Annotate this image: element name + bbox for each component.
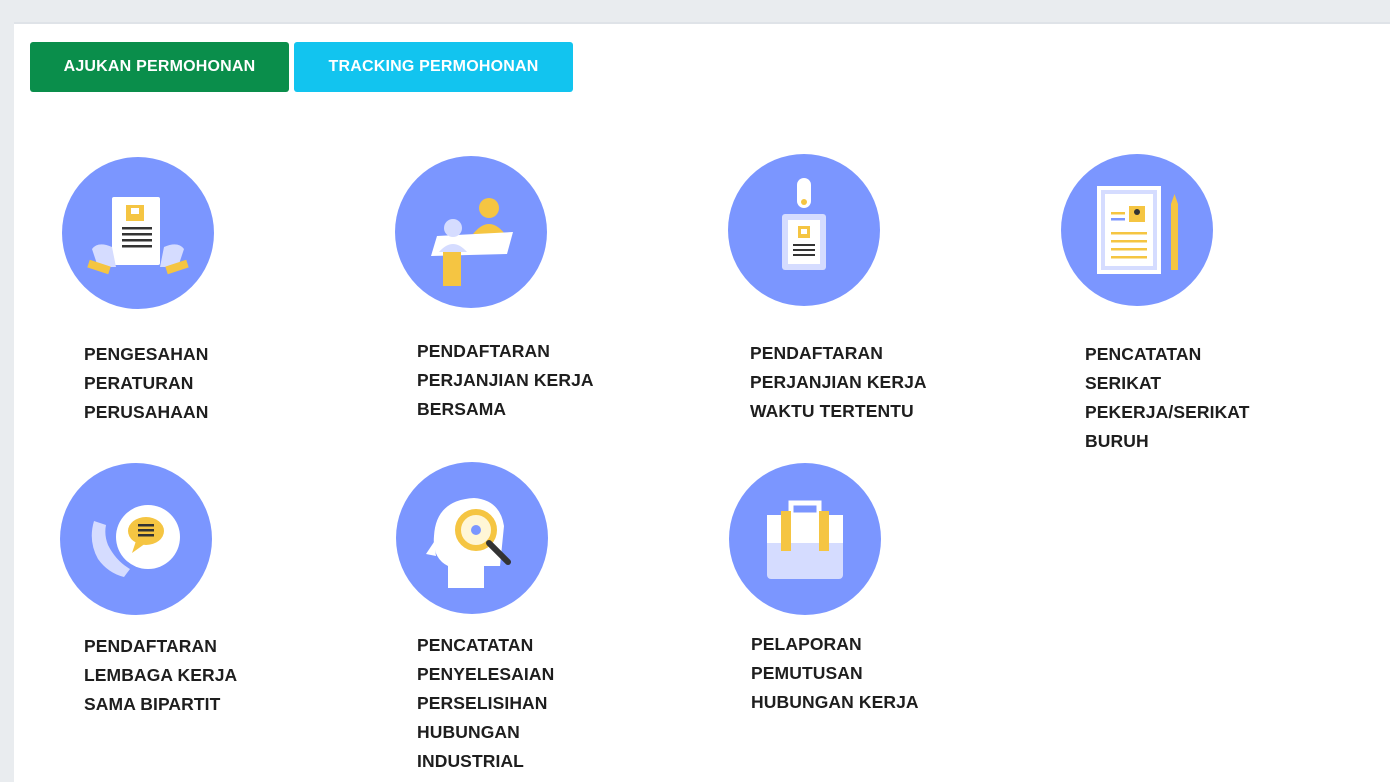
meeting-desk-icon [395,156,547,308]
service-label: PENGESAHAN PERATURAN PERUSAHAAN [84,344,209,422]
ajukan-permohonan-button[interactable]: AJUKAN PERMOHONAN [30,42,289,92]
service-pengesahan-peraturan-perusahaan[interactable]: PENGESAHAN PERATURAN PERUSAHAAN [62,157,322,422]
service-pendaftaran-perjanjian-kerja-bersama[interactable]: PENDAFTARAN PERJANJIAN KERJA BERSAMA [395,156,655,419]
service-pencatatan-penyelesaian-perselisihan[interactable]: PENCATATAN PENYELESAIAN PERSELISIHAN HUB… [396,462,656,782]
service-label: PENDAFTARAN PERJANJIAN KERJA WAKTU TERTE… [750,343,927,421]
service-pelaporan-pemutusan-hubungan-kerja[interactable]: PELAPORAN PEMUTUSAN HUBUNGAN KERJA [729,463,989,723]
service-label: PENCATATAN SERIKAT PEKERJA/SERIKAT BURUH [1085,344,1250,451]
main-panel: AJUKAN PERMOHONAN TRACKING PERMOHONAN PE… [14,22,1390,782]
briefcase-icon [729,463,881,615]
document-pencil-icon [1061,154,1213,306]
service-label: PENCATATAN PENYELESAIAN PERSELISIHAN HUB… [417,635,555,771]
service-label: PENDAFTARAN LEMBAGA KERJA SAMA BIPARTIT [84,636,238,714]
service-label: PENDAFTARAN PERJANJIAN KERJA BERSAMA [417,341,594,419]
document-hands-icon [62,157,214,309]
service-pendaftaran-perjanjian-kerja-waktu-tertentu[interactable]: PENDAFTARAN PERJANJIAN KERJA WAKTU TERTE… [728,154,988,421]
id-badge-icon [728,154,880,306]
service-pencatatan-serikat-pekerja[interactable]: PENCATATAN SERIKAT PEKERJA/SERIKAT BURUH [1061,154,1321,454]
head-magnifier-icon [396,462,548,614]
phone-chat-icon [60,463,212,615]
service-label: PELAPORAN PEMUTUSAN HUBUNGAN KERJA [751,634,919,712]
service-pendaftaran-lembaga-kerja-sama-bipartit[interactable]: PENDAFTARAN LEMBAGA KERJA SAMA BIPARTIT [60,463,320,723]
tracking-permohonan-button[interactable]: TRACKING PERMOHONAN [294,42,573,92]
